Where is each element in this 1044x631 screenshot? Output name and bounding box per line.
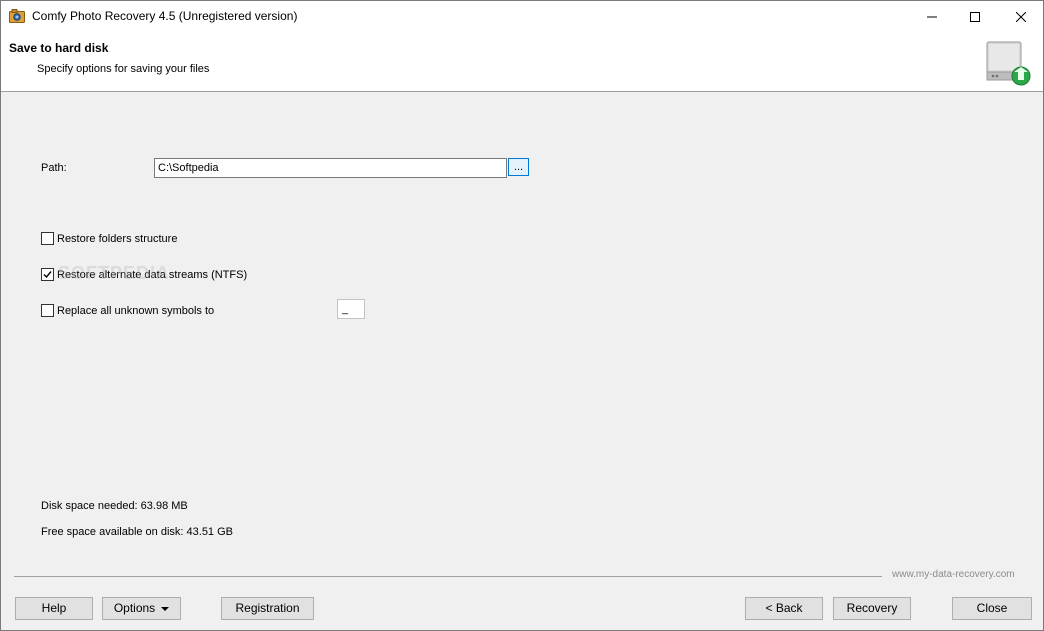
minimize-icon	[927, 16, 937, 17]
restore-folders-label: Restore folders structure	[57, 232, 178, 245]
recovery-button[interactable]: Recovery	[833, 597, 911, 620]
restore-streams-checkbox[interactable]	[41, 268, 54, 281]
minimize-button[interactable]	[909, 1, 955, 32]
disk-space-needed: Disk space needed: 63.98 MB	[41, 500, 188, 512]
options-button[interactable]: Options	[102, 597, 181, 620]
softpedia-watermark: SOFTPEDIA	[58, 263, 171, 283]
path-input[interactable]	[154, 158, 507, 178]
free-space-available: Free space available on disk: 43.51 GB	[41, 526, 234, 538]
checkmark-icon	[43, 271, 52, 279]
close-window-button[interactable]	[998, 1, 1043, 32]
dropdown-arrow-icon	[161, 606, 170, 611]
replace-symbols-label: Replace all unknown symbols to	[57, 304, 215, 317]
restore-folders-option[interactable]: Restore folders structure	[41, 232, 177, 245]
replace-symbols-option[interactable]: Replace all unknown symbols to	[41, 304, 214, 317]
replace-symbols-checkbox[interactable]	[41, 304, 54, 317]
hard-disk-save-icon	[986, 41, 1031, 86]
restore-folders-checkbox[interactable]	[41, 232, 54, 245]
browse-button[interactable]: ...	[508, 158, 529, 176]
wizard-header: Save to hard disk Specify options for sa…	[1, 32, 1043, 92]
close-button[interactable]: Close	[952, 597, 1032, 620]
options-label: Options	[113, 601, 156, 615]
back-button[interactable]: < Back	[745, 597, 823, 620]
registration-button[interactable]: Registration	[221, 597, 314, 620]
path-label: Path:	[41, 162, 67, 174]
maximize-icon	[970, 11, 980, 22]
window-title: Comfy Photo Recovery 4.5 (Unregistered v…	[32, 9, 298, 23]
page-title: Save to hard disk	[9, 41, 109, 55]
close-icon	[1016, 11, 1026, 22]
title-bar[interactable]: Comfy Photo Recovery 4.5 (Unregistered v…	[1, 1, 1043, 32]
help-button[interactable]: Help	[15, 597, 93, 620]
app-camera-icon	[9, 9, 25, 23]
website-link[interactable]: www.my-data-recovery.com	[892, 569, 1015, 580]
replace-symbol-input[interactable]	[337, 299, 365, 319]
app-window: Comfy Photo Recovery 4.5 (Unregistered v…	[0, 0, 1044, 631]
footer-divider	[14, 576, 882, 577]
page-subtitle: Specify options for saving your files	[37, 63, 210, 75]
maximize-button[interactable]	[952, 1, 998, 32]
